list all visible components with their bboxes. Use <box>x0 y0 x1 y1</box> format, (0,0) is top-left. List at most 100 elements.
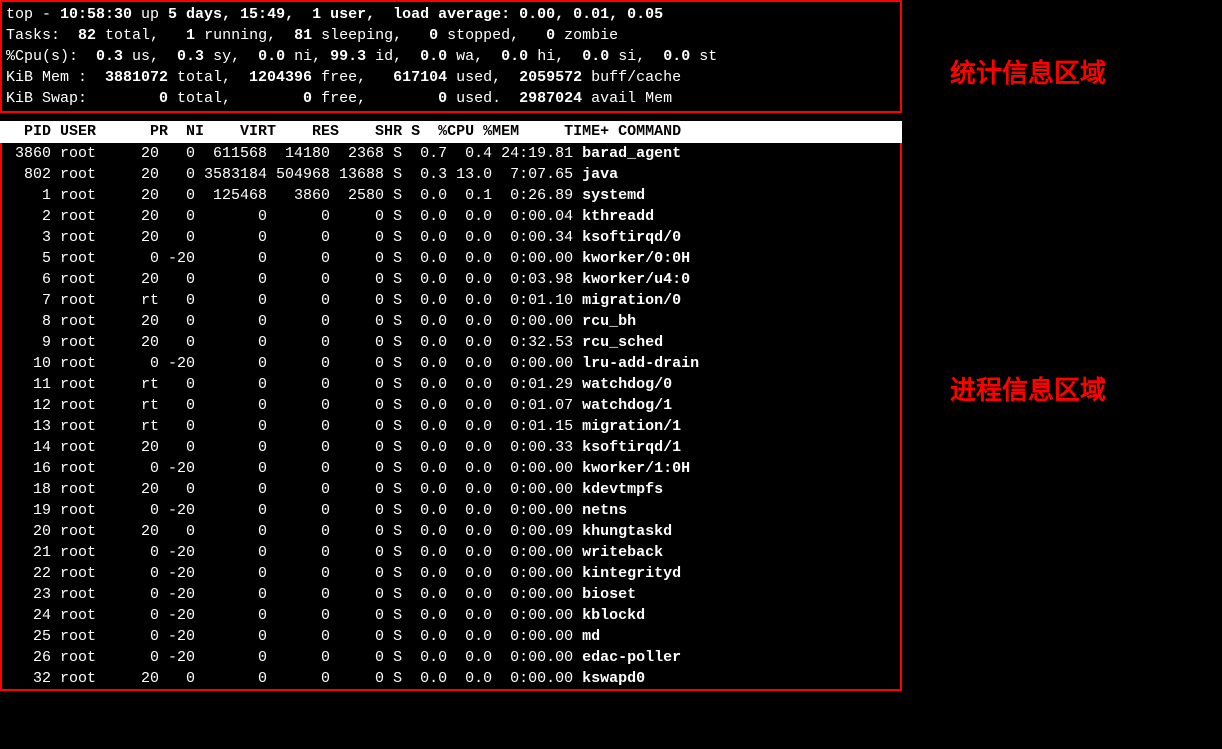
process-columns: 3860 root 20 0 611568 14180 2368 S 0.7 0… <box>6 145 582 162</box>
mem-buff-word: buff/cache <box>591 69 681 86</box>
swap-used: 0 <box>366 90 456 107</box>
mem-buff: 2059572 <box>501 69 591 86</box>
summary-region: top - 10:58:30 up 5 days, 15:49, 1 user,… <box>0 0 902 113</box>
process-command: java <box>582 166 618 183</box>
process-command: lru-add-drain <box>582 355 699 372</box>
tasks-label: Tasks: <box>6 27 60 44</box>
process-row: 32 root 20 0 0 0 0 S 0.0 0.0 0:00.00 ksw… <box>6 668 896 689</box>
process-row: 23 root 0 -20 0 0 0 S 0.0 0.0 0:00.00 bi… <box>6 584 896 605</box>
process-command: netns <box>582 502 627 519</box>
process-row: 6 root 20 0 0 0 0 S 0.0 0.0 0:03.98 kwor… <box>6 269 896 290</box>
process-columns: 11 root rt 0 0 0 0 S 0.0 0.0 0:01.29 <box>6 376 582 393</box>
process-columns: 25 root 0 -20 0 0 0 S 0.0 0.0 0:00.00 <box>6 628 582 645</box>
process-columns: 6 root 20 0 0 0 0 S 0.0 0.0 0:03.98 <box>6 271 582 288</box>
cpu-ni: 0.0 <box>240 48 294 65</box>
process-row: 20 root 20 0 0 0 0 S 0.0 0.0 0:00.09 khu… <box>6 521 896 542</box>
tasks-zombie: 0 <box>519 27 564 44</box>
process-columns: 802 root 20 0 3583184 504968 13688 S 0.3… <box>6 166 582 183</box>
cpu-si-word: si, <box>618 48 645 65</box>
process-row: 2 root 20 0 0 0 0 S 0.0 0.0 0:00.04 kthr… <box>6 206 896 227</box>
process-columns: 12 root rt 0 0 0 0 S 0.0 0.0 0:01.07 <box>6 397 582 414</box>
process-columns: 10 root 0 -20 0 0 0 S 0.0 0.0 0:00.00 <box>6 355 582 372</box>
swap-used-word: used. <box>456 90 501 107</box>
process-command: migration/1 <box>582 418 681 435</box>
process-columns: 23 root 0 -20 0 0 0 S 0.0 0.0 0:00.00 <box>6 586 582 603</box>
process-header: PID USER PR NI VIRT RES SHR S %CPU %MEM … <box>0 121 902 143</box>
tasks-stopped: 0 <box>402 27 447 44</box>
swap-avail: 2987024 <box>501 90 591 107</box>
cpu-id-word: id, <box>375 48 402 65</box>
swap-total: 0 <box>87 90 177 107</box>
process-row: 14 root 20 0 0 0 0 S 0.0 0.0 0:00.33 kso… <box>6 437 896 458</box>
annotation-stats: 统计信息区域 <box>950 53 1106 90</box>
process-columns: 8 root 20 0 0 0 0 S 0.0 0.0 0:00.00 <box>6 313 582 330</box>
process-row: 21 root 0 -20 0 0 0 S 0.0 0.0 0:00.00 wr… <box>6 542 896 563</box>
cpu-us-word: us, <box>132 48 159 65</box>
process-columns: 18 root 20 0 0 0 0 S 0.0 0.0 0:00.00 <box>6 481 582 498</box>
process-command: kblockd <box>582 607 645 624</box>
cpu-hi-word: hi, <box>537 48 564 65</box>
swap-free-word: free, <box>321 90 366 107</box>
cpu-ni-word: ni, <box>294 48 321 65</box>
process-columns: 3 root 20 0 0 0 0 S 0.0 0.0 0:00.34 <box>6 229 582 246</box>
process-command: ksoftirqd/1 <box>582 439 681 456</box>
tasks-stopped-word: stopped, <box>447 27 519 44</box>
cpu-id: 99.3 <box>321 48 375 65</box>
process-row: 8 root 20 0 0 0 0 S 0.0 0.0 0:00.00 rcu_… <box>6 311 896 332</box>
swap-total-word: total, <box>177 90 231 107</box>
cpu-st: 0.0 <box>645 48 699 65</box>
tasks-total: 82 <box>60 27 105 44</box>
process-command: migration/0 <box>582 292 681 309</box>
process-command: khungtaskd <box>582 523 672 540</box>
mem-used-word: used, <box>456 69 501 86</box>
tasks-sleeping: 81 <box>276 27 321 44</box>
mem-total-word: total, <box>177 69 231 86</box>
cpu-hi: 0.0 <box>483 48 537 65</box>
process-command: watchdog/1 <box>582 397 672 414</box>
process-command: rcu_bh <box>582 313 636 330</box>
swap-avail-word: avail Mem <box>591 90 672 107</box>
process-region: 3860 root 20 0 611568 14180 2368 S 0.7 0… <box>0 143 902 691</box>
process-row: 802 root 20 0 3583184 504968 13688 S 0.3… <box>6 164 896 185</box>
process-command: kworker/u4:0 <box>582 271 690 288</box>
process-row: 11 root rt 0 0 0 0 S 0.0 0.0 0:01.29 wat… <box>6 374 896 395</box>
process-columns: 24 root 0 -20 0 0 0 S 0.0 0.0 0:00.00 <box>6 607 582 624</box>
process-row: 16 root 0 -20 0 0 0 S 0.0 0.0 0:00.00 kw… <box>6 458 896 479</box>
swap-free: 0 <box>231 90 321 107</box>
process-columns: 16 root 0 -20 0 0 0 S 0.0 0.0 0:00.00 <box>6 460 582 477</box>
top-uptime: 5 days, 15:49, 1 user, load average: 0.0… <box>168 6 663 23</box>
process-command: watchdog/0 <box>582 376 672 393</box>
process-command: edac-poller <box>582 649 681 666</box>
process-columns: 14 root 20 0 0 0 0 S 0.0 0.0 0:00.33 <box>6 439 582 456</box>
terminal-area[interactable]: top - 10:58:30 up 5 days, 15:49, 1 user,… <box>0 0 902 691</box>
cpu-st-word: st <box>699 48 717 65</box>
top-time: 10:58:30 <box>60 6 132 23</box>
process-row: 22 root 0 -20 0 0 0 S 0.0 0.0 0:00.00 ki… <box>6 563 896 584</box>
process-row: 24 root 0 -20 0 0 0 S 0.0 0.0 0:00.00 kb… <box>6 605 896 626</box>
process-row: 13 root rt 0 0 0 0 S 0.0 0.0 0:01.15 mig… <box>6 416 896 437</box>
process-command: writeback <box>582 544 663 561</box>
process-row: 3860 root 20 0 611568 14180 2368 S 0.7 0… <box>6 143 896 164</box>
cpu-wa: 0.0 <box>402 48 456 65</box>
process-command: barad_agent <box>582 145 681 162</box>
process-command: bioset <box>582 586 636 603</box>
mem-free-word: free, <box>321 69 366 86</box>
top-line1-prefix: top - <box>6 6 60 23</box>
process-columns: 1 root 20 0 125468 3860 2580 S 0.0 0.1 0… <box>6 187 582 204</box>
cpu-label: %Cpu(s): <box>6 48 78 65</box>
process-row: 3 root 20 0 0 0 0 S 0.0 0.0 0:00.34 ksof… <box>6 227 896 248</box>
process-columns: 9 root 20 0 0 0 0 S 0.0 0.0 0:32.53 <box>6 334 582 351</box>
mem-label: KiB Mem : <box>6 69 87 86</box>
process-row: 7 root rt 0 0 0 0 S 0.0 0.0 0:01.10 migr… <box>6 290 896 311</box>
mem-free: 1204396 <box>231 69 321 86</box>
cpu-sy-word: sy, <box>213 48 240 65</box>
process-row: 25 root 0 -20 0 0 0 S 0.0 0.0 0:00.00 md <box>6 626 896 647</box>
swap-label: KiB Swap: <box>6 90 87 107</box>
process-command: ksoftirqd/0 <box>582 229 681 246</box>
process-command: kthreadd <box>582 208 654 225</box>
cpu-us: 0.3 <box>78 48 132 65</box>
process-columns: 21 root 0 -20 0 0 0 S 0.0 0.0 0:00.00 <box>6 544 582 561</box>
process-columns: 32 root 20 0 0 0 0 S 0.0 0.0 0:00.00 <box>6 670 582 687</box>
process-columns: 22 root 0 -20 0 0 0 S 0.0 0.0 0:00.00 <box>6 565 582 582</box>
process-command: kdevtmpfs <box>582 481 663 498</box>
